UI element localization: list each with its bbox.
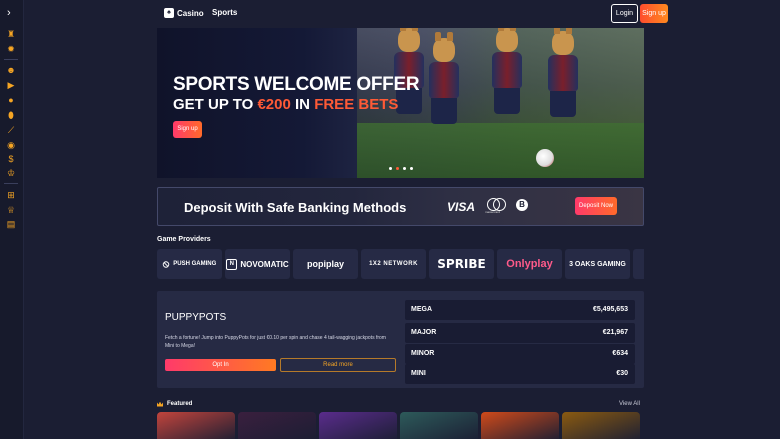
- dog-player-image: [548, 28, 578, 117]
- provider-popiplay[interactable]: popiplay: [293, 249, 358, 279]
- trophy-icon[interactable]: ♔: [6, 168, 16, 178]
- football-icon[interactable]: ●: [6, 95, 16, 105]
- tab-casino[interactable]: ♠ Casino: [164, 8, 204, 18]
- carousel-dot[interactable]: [389, 167, 392, 170]
- chevron-right-icon[interactable]: ›: [7, 8, 11, 19]
- tab-sports-label: Sports: [212, 8, 238, 17]
- sports-icon[interactable]: ☻: [6, 65, 16, 75]
- game-tile[interactable]: [400, 412, 478, 439]
- provider-spribe[interactable]: SPRIBE: [429, 249, 494, 279]
- cards-icon: ♠: [164, 8, 174, 18]
- provider-novomatic[interactable]: N NOVOMATIC: [225, 249, 290, 279]
- banking-banner: Deposit With Safe Banking Methods VISA m…: [157, 187, 644, 226]
- puppypots-description: Fetch a fortune! Jump into PuppyPots for…: [165, 335, 386, 349]
- view-all-link[interactable]: View All: [619, 401, 640, 407]
- provider-partial[interactable]: G: [633, 249, 644, 279]
- signup-button[interactable]: Sign up: [640, 4, 668, 23]
- provider-3-oaks[interactable]: 3 OAKS GAMING: [565, 249, 630, 279]
- jackpot-row-mega: MEGA €5,495,653: [405, 300, 635, 320]
- opt-in-button[interactable]: Opt In: [165, 359, 276, 371]
- sidebar: › ♜ ✹ ☻ ▶ ● ⬮ ⟋ ◉ $ ♔ ⊞ ♕ ▤: [0, 0, 24, 439]
- carousel-dot[interactable]: [410, 167, 413, 170]
- dog-player-image: [429, 32, 459, 124]
- hero-title: SPORTS WELCOME OFFER: [173, 74, 420, 95]
- chat-icon[interactable]: ▤: [6, 219, 16, 229]
- dog-player-image: [394, 28, 424, 114]
- trophy-icon[interactable]: ♕: [6, 205, 16, 215]
- puppypots-title: PUPPYPOTS: [165, 312, 227, 323]
- casino-icon[interactable]: ♜: [6, 29, 16, 39]
- provider-onlyplay[interactable]: Onlyplay: [497, 249, 562, 279]
- rugby-icon[interactable]: ⬮: [6, 110, 16, 120]
- puppypots-panel: PUPPYPOTS Fetch a fortune! Jump into Pup…: [157, 291, 644, 388]
- push-gaming-logo-icon: ⦸: [162, 258, 170, 270]
- tab-casino-label: Casino: [177, 8, 204, 18]
- read-more-button[interactable]: Read more: [280, 358, 396, 372]
- gift-icon[interactable]: ⊞: [6, 190, 16, 200]
- dog-player-image: [492, 28, 522, 114]
- play-icon[interactable]: ▶: [6, 80, 16, 90]
- game-providers-heading: Game Providers: [157, 236, 211, 243]
- carousel-dot[interactable]: [396, 167, 399, 170]
- tennis-icon[interactable]: ◉: [6, 140, 16, 150]
- jackpot-row-major: MAJOR €21,967: [405, 323, 635, 343]
- mastercard-logo: mastercard: [485, 198, 506, 215]
- novomatic-logo-icon: N: [226, 258, 238, 270]
- login-button[interactable]: Login: [611, 4, 638, 23]
- jackpot-row-mini: MINI €30: [405, 364, 635, 384]
- provider-1x2-network[interactable]: 1X2 NETWORK: [361, 249, 426, 279]
- hero-banner[interactable]: SPORTS WELCOME OFFER GET UP TO €200 IN F…: [157, 28, 644, 178]
- carousel-dot[interactable]: [403, 167, 406, 170]
- bitcoin-icon: B: [516, 199, 528, 211]
- game-tile[interactable]: [481, 412, 559, 439]
- baseball-icon[interactable]: ⟋: [6, 125, 16, 135]
- providers-row: ⦸ PUSH GAMING N NOVOMATIC popiplay 1X2 N…: [157, 249, 644, 279]
- jackpot-row-minor: MINOR €634: [405, 344, 635, 364]
- tab-sports[interactable]: ● Sports: [212, 8, 601, 139]
- dollar-icon[interactable]: $: [6, 154, 16, 164]
- featured-games-row: [157, 412, 644, 439]
- game-tile[interactable]: [562, 412, 640, 439]
- visa-logo: VISA: [447, 200, 476, 214]
- soccer-ball-image: [536, 149, 554, 167]
- hero-subtitle: GET UP TO €200 IN FREE BETS: [173, 96, 399, 113]
- game-tile[interactable]: [157, 412, 235, 439]
- banking-title: Deposit With Safe Banking Methods: [184, 200, 407, 215]
- game-tile[interactable]: [319, 412, 397, 439]
- hero-signup-button[interactable]: Sign up: [173, 121, 202, 138]
- top-bar: ♠ Casino ● Sports Login Sign up: [23, 0, 780, 139]
- sidebar-divider: [4, 183, 18, 184]
- deposit-now-button[interactable]: Deposit Now: [575, 197, 617, 215]
- featured-heading: Featured: [157, 401, 192, 407]
- game-tile[interactable]: [238, 412, 316, 439]
- crown-icon: [157, 401, 163, 407]
- gear-icon[interactable]: ✹: [6, 44, 16, 54]
- carousel-dots: [389, 167, 413, 170]
- sidebar-divider: [4, 59, 18, 60]
- provider-push-gaming[interactable]: ⦸ PUSH GAMING: [157, 249, 222, 279]
